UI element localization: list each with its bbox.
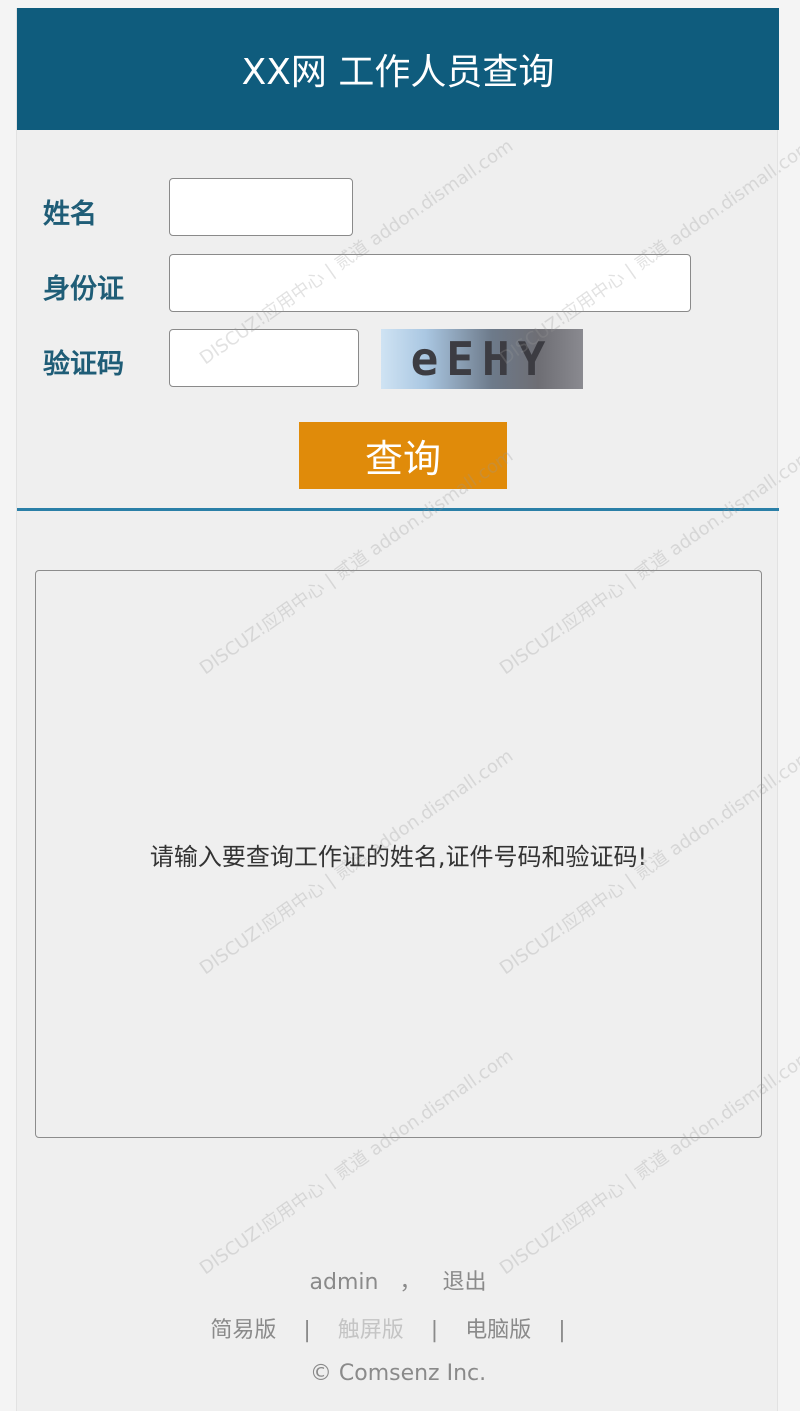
name-label: 姓名 (43, 199, 97, 230)
captcha-label: 验证码 (43, 349, 124, 380)
captcha-image[interactable]: eEHY (381, 329, 583, 389)
desktop-version-link[interactable]: 电脑版 (465, 1312, 531, 1344)
footer-username[interactable]: admin (310, 1270, 379, 1295)
result-message: 请输入要查询工作证的姓名,证件号码和验证码! (149, 842, 648, 871)
section-divider (17, 508, 779, 511)
query-button[interactable]: 查询 (299, 422, 507, 489)
page-container: XX网 工作人员查询 姓名 身份证 验证码 eEHY 查询 请输入要查询工作证的… (16, 8, 800, 1411)
id-label: 身份证 (43, 274, 124, 305)
logout-link[interactable]: 退出 (442, 1264, 486, 1296)
captcha-input[interactable] (169, 329, 359, 387)
page-title: XX网 工作人员查询 (241, 52, 555, 93)
footer-user-separator: ， (399, 1270, 422, 1295)
footer-link-separator: | (430, 1318, 439, 1343)
result-panel: 请输入要查询工作证的姓名,证件号码和验证码! (35, 570, 762, 1138)
page-header: XX网 工作人员查询 (17, 8, 779, 130)
footer-links: 简易版 | 触屏版 | 电脑版 | (17, 1312, 779, 1344)
name-input[interactable] (169, 178, 353, 236)
id-number-input[interactable] (169, 254, 691, 312)
footer-link-separator: | (303, 1318, 311, 1343)
simple-version-link[interactable]: 简易版 (210, 1312, 276, 1344)
footer-link-separator: | (558, 1318, 566, 1343)
footer-copyright: © Comsenz Inc. (309, 1361, 487, 1386)
touch-version-link[interactable]: 触屏版 (338, 1312, 404, 1344)
footer-user-line: admin ， 退出 (17, 1264, 779, 1296)
